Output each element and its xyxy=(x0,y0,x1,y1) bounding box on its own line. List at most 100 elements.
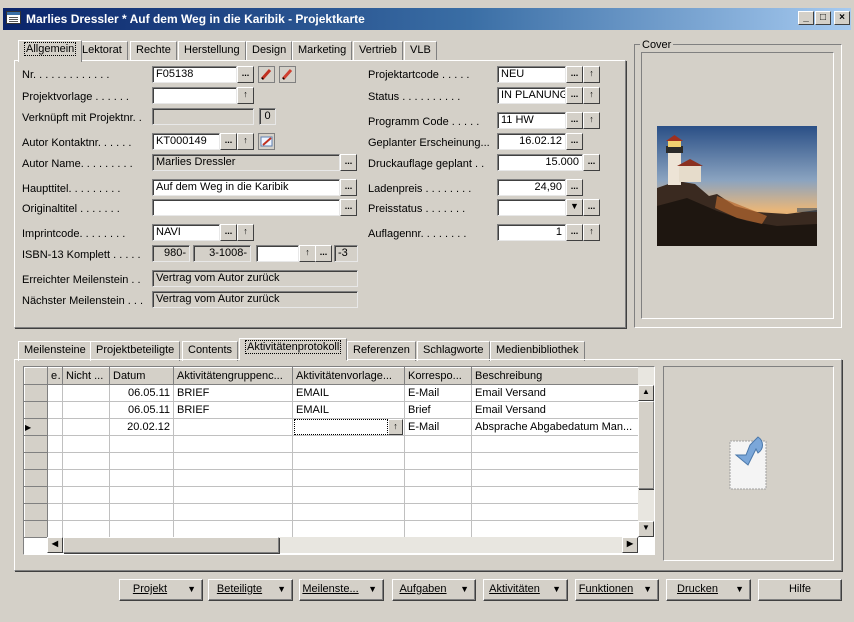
erscheinung-assist-button[interactable]: ... xyxy=(566,133,583,150)
grid-cell[interactable]: Email Versand xyxy=(471,401,639,419)
haupttitel-field[interactable]: Auf dem Weg in die Karibik xyxy=(152,179,340,196)
projektvorlage-lookup-button[interactable]: ↑ xyxy=(237,87,254,104)
table-row[interactable]: 06.05.11 BRIEF EMAIL Brief Email Versand xyxy=(24,401,639,419)
col-header-aktivitaetenvorlage[interactable]: Aktivitätenvorlage... xyxy=(292,367,405,385)
grid-cell[interactable]: Email Versand xyxy=(471,384,639,402)
grid-cell[interactable]: E-Mail xyxy=(404,384,472,402)
isbn-title-field[interactable] xyxy=(256,245,299,262)
preisstatus-assist-button[interactable]: ... xyxy=(583,199,600,216)
close-button[interactable]: × xyxy=(834,11,850,25)
imprintcode-field[interactable]: NAVI xyxy=(152,224,220,241)
tab-aktivitaetenprotokoll[interactable]: Aktivitätenprotokoll xyxy=(239,338,348,360)
minimize-button[interactable]: _ xyxy=(798,11,814,25)
row-selector[interactable] xyxy=(24,401,48,419)
grid-cell[interactable]: BRIEF xyxy=(173,401,293,419)
aufgaben-menu-button[interactable]: Aufgaben ▼ xyxy=(392,579,476,601)
preisstatus-field[interactable] xyxy=(497,199,566,216)
ladenpreis-assist-button[interactable]: ... xyxy=(566,179,583,196)
tab-herstellung[interactable]: Herstellung xyxy=(178,41,246,61)
tab-lektorat[interactable]: Lektorat xyxy=(76,41,128,61)
grid-cell[interactable]: Brief xyxy=(404,401,472,419)
grid-cell[interactable]: BRIEF xyxy=(173,384,293,402)
row-selector[interactable] xyxy=(24,384,48,402)
auflagennr-lookup-button[interactable]: ↑ xyxy=(583,224,600,241)
aktivitaetenvorlage-editor[interactable] xyxy=(294,419,388,435)
scroll-left-arrow-icon[interactable]: ◀ xyxy=(47,537,63,553)
contact-card-icon[interactable] xyxy=(258,133,275,150)
grid-cell[interactable] xyxy=(173,418,293,436)
scroll-up-arrow-icon[interactable]: ▲ xyxy=(638,385,654,401)
imprintcode-lookup-button[interactable]: ↑ xyxy=(237,224,254,241)
nr-assist-button[interactable]: ... xyxy=(237,66,254,83)
drucken-menu-button[interactable]: Drucken ▼ xyxy=(666,579,751,601)
programm-code-assist-button[interactable]: ... xyxy=(566,112,583,129)
originaltitel-assist-button[interactable]: ... xyxy=(340,199,357,216)
status-assist-button[interactable]: ... xyxy=(566,87,583,104)
autor-kontaktnr-assist-button[interactable]: ... xyxy=(220,133,237,150)
projekt-menu-button[interactable]: Projekt ▼ xyxy=(119,579,203,601)
scroll-down-arrow-icon[interactable]: ▼ xyxy=(638,521,654,537)
grid-cell[interactable] xyxy=(62,418,110,436)
auflagennr-assist-button[interactable]: ... xyxy=(566,224,583,241)
projektartcode-lookup-button[interactable]: ↑ xyxy=(583,66,600,83)
horizontal-scroll-thumb[interactable] xyxy=(63,537,279,553)
beteiligte-menu-button[interactable]: Beteiligte ▼ xyxy=(208,579,293,601)
isbn-assist-button[interactable]: ... xyxy=(315,245,332,262)
grid-cell[interactable]: E-Mail xyxy=(404,418,472,436)
activity-grid[interactable]: ert Nicht ... Datum Aktivitätengruppenc.… xyxy=(23,366,655,555)
projektartcode-field[interactable]: NEU xyxy=(497,66,566,83)
auflagennr-field[interactable]: 1 xyxy=(497,224,566,241)
grid-cell[interactable] xyxy=(47,418,63,436)
tab-medienbibliothek[interactable]: Medienbibliothek xyxy=(490,341,585,361)
projektartcode-assist-button[interactable]: ... xyxy=(566,66,583,83)
funktionen-menu-button[interactable]: Funktionen ▼ xyxy=(575,579,659,601)
grid-cell[interactable] xyxy=(47,401,63,419)
tab-allgemein[interactable]: Allgemein xyxy=(18,40,83,62)
tab-contents[interactable]: Contents xyxy=(182,341,239,361)
grid-cell[interactable]: EMAIL xyxy=(292,401,405,419)
row-selector[interactable] xyxy=(24,435,48,453)
imprintcode-assist-button[interactable]: ... xyxy=(220,224,237,241)
autor-kontaktnr-lookup-button[interactable]: ↑ xyxy=(237,133,254,150)
table-row[interactable]: 06.05.11 BRIEF EMAIL E-Mail Email Versan… xyxy=(24,384,639,402)
meilensteine-menu-button[interactable]: Meilenste... ▼ xyxy=(299,579,384,601)
grid-cell[interactable] xyxy=(62,401,110,419)
tab-meilensteine[interactable]: Meilensteine xyxy=(18,341,92,361)
grid-cell[interactable] xyxy=(62,384,110,402)
edit-pencil-alt-icon[interactable] xyxy=(279,66,296,83)
grid-cell-editing[interactable]: ↑ xyxy=(292,418,405,436)
col-header-datum[interactable]: Datum xyxy=(109,367,174,385)
autor-name-assist-button[interactable]: ... xyxy=(340,154,357,171)
row-selector-current[interactable]: ▶ xyxy=(24,418,48,436)
row-selector[interactable] xyxy=(24,520,48,538)
vertical-scroll-thumb[interactable] xyxy=(638,401,654,489)
tab-referenzen[interactable]: Referenzen xyxy=(347,341,416,361)
table-row-current[interactable]: ▶ 20.02.12 ↑ E-Mail Absprache Abgabedatu… xyxy=(24,418,639,436)
druckauflage-field[interactable]: 15.000 xyxy=(497,154,583,171)
isbn-lookup-button[interactable]: ↑ xyxy=(299,245,316,262)
hilfe-button[interactable]: Hilfe xyxy=(758,579,842,601)
edit-pencil-icon[interactable] xyxy=(258,66,275,83)
grid-cell[interactable]: EMAIL xyxy=(292,384,405,402)
tab-rechte[interactable]: Rechte xyxy=(130,41,177,61)
col-header-nicht[interactable]: Nicht ... xyxy=(62,367,110,385)
tab-marketing[interactable]: Marketing xyxy=(292,41,353,61)
row-selector[interactable] xyxy=(24,486,48,504)
tab-vlb[interactable]: VLB xyxy=(404,41,437,61)
col-header-korrespondenz[interactable]: Korrespo... xyxy=(404,367,472,385)
grid-cell-datum[interactable]: 06.05.11 xyxy=(109,401,174,419)
row-selector[interactable] xyxy=(24,469,48,487)
cover-image[interactable] xyxy=(657,126,817,246)
tab-vertrieb[interactable]: Vertrieb xyxy=(353,41,403,61)
autor-kontaktnr-field[interactable]: KT000149 xyxy=(152,133,220,150)
haupttitel-assist-button[interactable]: ... xyxy=(340,179,357,196)
grid-cell-datum[interactable]: 20.02.12 xyxy=(109,418,174,436)
druckauflage-assist-button[interactable]: ... xyxy=(583,154,600,171)
status-lookup-button[interactable]: ↑ xyxy=(583,87,600,104)
projektvorlage-field[interactable] xyxy=(152,87,237,104)
tab-design[interactable]: Design xyxy=(246,41,293,61)
grid-cell[interactable] xyxy=(47,384,63,402)
tab-projektbeteiligte[interactable]: Projektbeteiligte xyxy=(90,341,181,361)
col-header-beschreibung[interactable]: Beschreibung xyxy=(471,367,639,385)
ladenpreis-field[interactable]: 24,90 xyxy=(497,179,566,196)
